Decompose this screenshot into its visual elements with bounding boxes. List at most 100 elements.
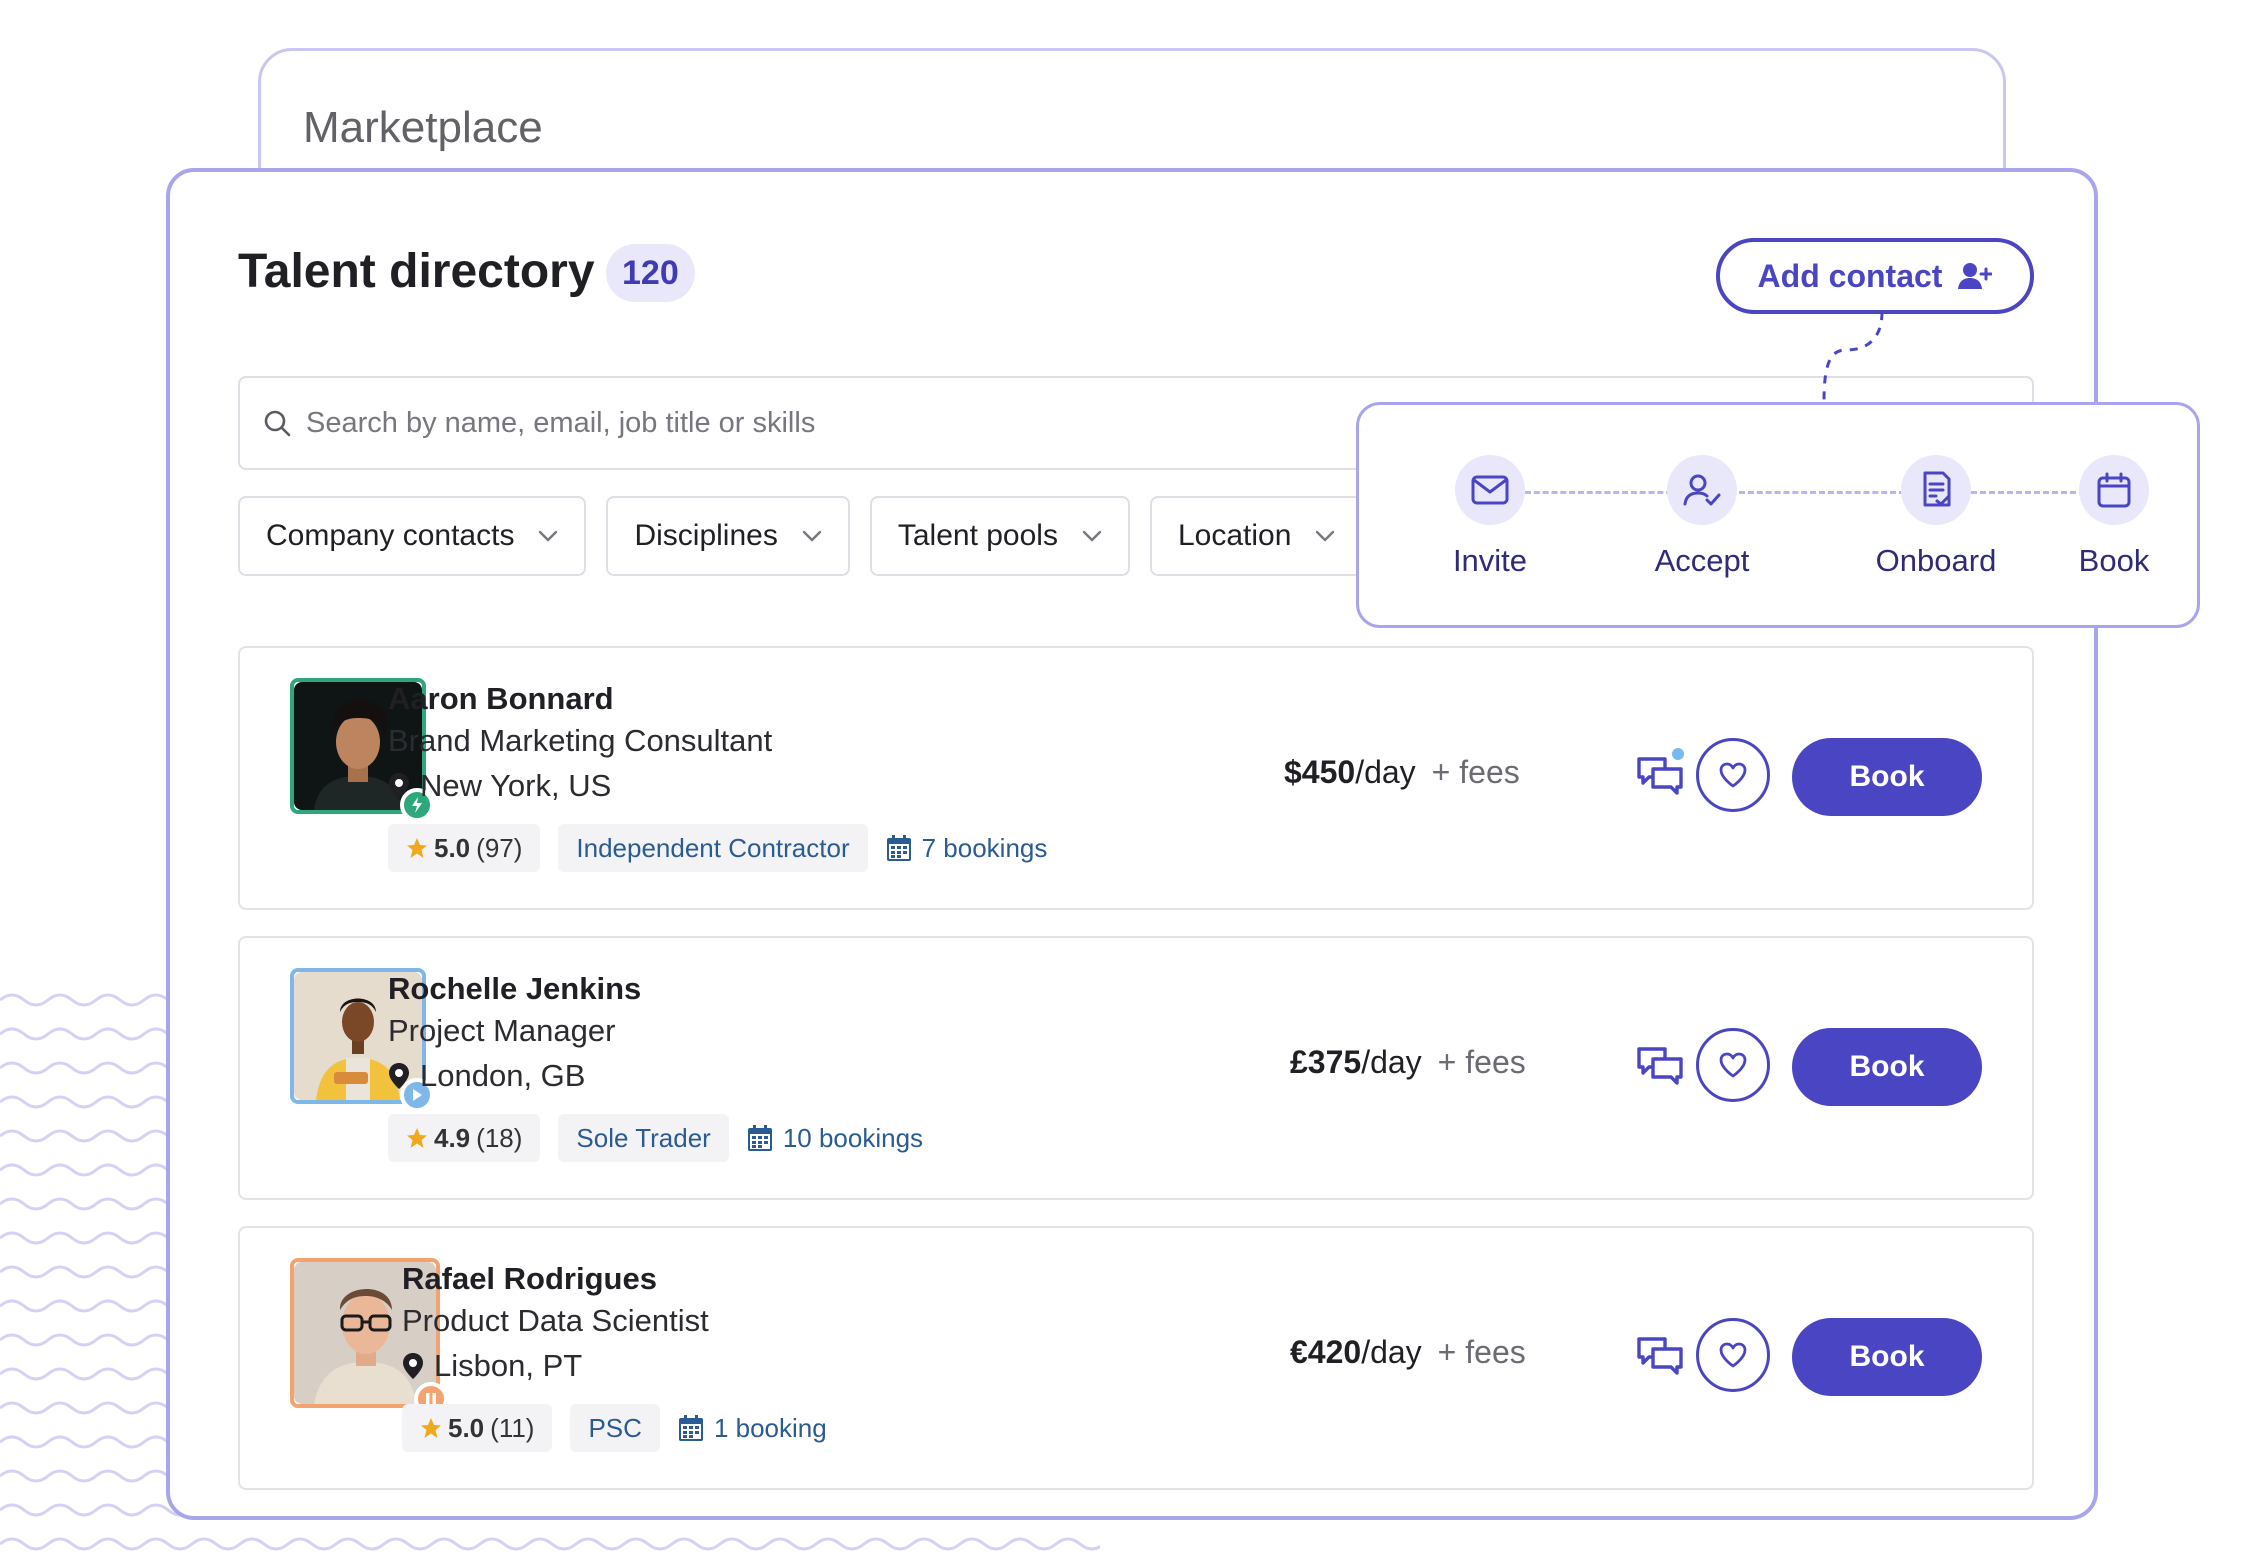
location-text: London, GB bbox=[420, 1058, 586, 1093]
talent-role: Product Data Scientist bbox=[402, 1303, 709, 1338]
chevron-down-icon bbox=[802, 530, 822, 542]
talent-tags: 4.9 (18) Sole Trader 10 bookings bbox=[388, 1114, 923, 1162]
add-contact-button[interactable]: Add contact bbox=[1716, 238, 2034, 314]
book-button[interactable]: Book bbox=[1792, 738, 1982, 816]
filter-label: Talent pools bbox=[897, 519, 1058, 552]
rating-tag: 5.0 (97) bbox=[388, 824, 541, 872]
location-text: New York, US bbox=[420, 768, 612, 803]
favorite-button[interactable] bbox=[1696, 1318, 1770, 1392]
price-fees: + fees bbox=[1431, 754, 1520, 790]
chat-bubbles-icon bbox=[1637, 1047, 1683, 1085]
price-amount: $450 bbox=[1284, 754, 1356, 790]
location-pin-icon bbox=[389, 773, 409, 799]
heart-icon bbox=[1719, 1342, 1747, 1368]
bookings-link[interactable]: 1 booking bbox=[678, 1413, 827, 1444]
price-unit: /day bbox=[1355, 754, 1416, 790]
talent-role: Brand Marketing Consultant bbox=[388, 723, 773, 758]
bookings-link[interactable]: 10 bookings bbox=[747, 1123, 923, 1154]
talent-info: Rochelle Jenkins Project Manager London,… bbox=[388, 968, 923, 1162]
location-pin-icon bbox=[389, 1063, 409, 1089]
price: €420/day + fees bbox=[1290, 1334, 1526, 1371]
unread-dot bbox=[1670, 746, 1686, 762]
filter-label: Company contacts bbox=[266, 519, 515, 552]
bookings-link[interactable]: 7 bookings bbox=[886, 832, 1048, 864]
review-count: (18) bbox=[476, 1122, 523, 1153]
favorite-button[interactable] bbox=[1696, 738, 1770, 812]
talent-name[interactable]: Rafael Rodrigues bbox=[402, 1258, 827, 1300]
contract-type-tag: PSC bbox=[570, 1404, 660, 1452]
step-label: Onboard bbox=[1875, 543, 1997, 578]
message-button[interactable] bbox=[1632, 1328, 1688, 1384]
price-unit: /day bbox=[1361, 1334, 1422, 1370]
talent-row[interactable]: Aaron Bonnard Brand Marketing Consultant… bbox=[238, 646, 2034, 910]
talent-location: New York, US bbox=[388, 762, 1047, 810]
step-accept[interactable]: Accept bbox=[1627, 455, 1777, 579]
talent-name[interactable]: Aaron Bonnard bbox=[388, 678, 1047, 720]
rating-tag: 5.0 (11) bbox=[402, 1404, 553, 1452]
workflow-panel: Invite Accept Onboard Book bbox=[1356, 402, 2200, 628]
calendar-icon bbox=[886, 835, 911, 861]
book-button[interactable]: Book bbox=[1792, 1028, 1982, 1106]
calendar-icon bbox=[2097, 472, 2131, 508]
step-icon-circle bbox=[1455, 455, 1525, 525]
heart-icon bbox=[1719, 1052, 1747, 1078]
search-input[interactable] bbox=[306, 406, 1206, 440]
step-icon-circle bbox=[2079, 455, 2149, 525]
document-check-icon bbox=[1923, 471, 1951, 507]
message-button[interactable] bbox=[1632, 746, 1688, 804]
filter-label: Disciplines bbox=[634, 519, 778, 552]
talent-tags: 5.0 (97) Independent Contractor 7 bookin… bbox=[388, 824, 1047, 872]
price: $450/day + fees bbox=[1284, 754, 1520, 791]
count-badge: 120 bbox=[606, 244, 695, 302]
filter-label: Location bbox=[1177, 519, 1292, 552]
star-icon bbox=[421, 1418, 441, 1438]
filter-location[interactable]: Location bbox=[1149, 496, 1364, 576]
bookings-count: 10 bookings bbox=[782, 1122, 924, 1153]
talent-name[interactable]: Rochelle Jenkins bbox=[388, 968, 923, 1010]
talent-info: Aaron Bonnard Brand Marketing Consultant… bbox=[388, 678, 1047, 872]
talent-tags: 5.0 (11) PSC 1 booking bbox=[402, 1404, 827, 1452]
step-label: Book bbox=[2078, 543, 2150, 578]
filter-talent-pools[interactable]: Talent pools bbox=[869, 496, 1130, 576]
talent-row[interactable]: Rafael Rodrigues Product Data Scientist … bbox=[238, 1226, 2034, 1490]
talent-location: London, GB bbox=[388, 1052, 923, 1100]
contract-type-tag: Sole Trader bbox=[558, 1114, 729, 1162]
step-invite[interactable]: Invite bbox=[1415, 455, 1565, 579]
heart-icon bbox=[1719, 762, 1747, 788]
chevron-down-icon bbox=[539, 530, 558, 542]
price: £375/day + fees bbox=[1290, 1044, 1526, 1081]
contract-type-tag: Independent Contractor bbox=[558, 824, 868, 872]
price-amount: £375 bbox=[1290, 1044, 1362, 1080]
bookings-count: 7 bookings bbox=[921, 832, 1048, 863]
message-button[interactable] bbox=[1632, 1038, 1688, 1094]
talent-info: Rafael Rodrigues Product Data Scientist … bbox=[402, 1258, 827, 1452]
talent-directory-card: Talent directory 120 Add contact Company… bbox=[166, 168, 2098, 1520]
book-button[interactable]: Book bbox=[1792, 1318, 1982, 1396]
wave-line bbox=[0, 1537, 1100, 1551]
price-fees: + fees bbox=[1437, 1334, 1526, 1370]
chat-bubbles-icon bbox=[1637, 1337, 1683, 1375]
step-onboard[interactable]: Onboard bbox=[1861, 455, 2011, 579]
filter-disciplines[interactable]: Disciplines bbox=[606, 496, 850, 576]
filter-bar: Company contacts Disciplines Talent pool… bbox=[238, 496, 1364, 576]
add-contact-label: Add contact bbox=[1757, 257, 1943, 294]
price-amount: €420 bbox=[1290, 1334, 1362, 1370]
step-label: Accept bbox=[1654, 543, 1750, 578]
step-icon-circle bbox=[1667, 455, 1737, 525]
location-pin-icon bbox=[403, 1353, 423, 1379]
rating-value: 4.9 bbox=[434, 1122, 471, 1153]
rating-value: 5.0 bbox=[448, 1412, 485, 1443]
chevron-down-icon bbox=[1082, 530, 1102, 542]
talent-row[interactable]: Rochelle Jenkins Project Manager London,… bbox=[238, 936, 2034, 1200]
step-book[interactable]: Book bbox=[2039, 455, 2189, 579]
filter-company-contacts[interactable]: Company contacts bbox=[238, 496, 587, 576]
price-unit: /day bbox=[1361, 1044, 1422, 1080]
price-fees: + fees bbox=[1437, 1044, 1526, 1080]
bookings-count: 1 booking bbox=[713, 1412, 827, 1443]
step-icon-circle bbox=[1901, 455, 1971, 525]
mail-icon bbox=[1471, 475, 1509, 505]
favorite-button[interactable] bbox=[1696, 1028, 1770, 1102]
user-plus-icon bbox=[1958, 263, 1993, 289]
talent-location: Lisbon, PT bbox=[402, 1342, 827, 1390]
chevron-down-icon bbox=[1316, 530, 1335, 542]
